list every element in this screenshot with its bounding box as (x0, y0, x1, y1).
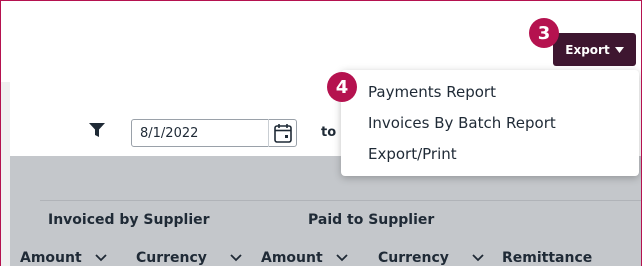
export-button-label: Export (565, 42, 610, 57)
caret-down-icon (614, 46, 624, 53)
start-date-input[interactable] (131, 119, 297, 147)
column-remittance[interactable]: Remittance (502, 250, 592, 266)
column-paid-currency[interactable]: Currency (378, 250, 485, 266)
group-invoiced-by-supplier: Invoiced by Supplier (48, 212, 210, 228)
date-range-to-label: to (321, 125, 337, 140)
menu-item-invoices-by-batch-report[interactable]: Invoices By Batch Report (368, 114, 556, 132)
menu-item-export-print[interactable]: Export/Print (368, 145, 457, 163)
column-label: Currency (136, 250, 207, 266)
chevron-down-icon[interactable] (335, 253, 349, 263)
column-label: Currency (378, 250, 449, 266)
column-paid-amount[interactable]: Amount (261, 250, 349, 266)
column-label: Amount (261, 250, 323, 266)
calendar-icon[interactable] (274, 123, 292, 143)
filter-icon[interactable] (89, 123, 105, 137)
column-invoiced-currency[interactable]: Currency (136, 250, 243, 266)
date-input-divider (268, 119, 269, 147)
step-callout-4: 4 (327, 72, 357, 102)
column-invoiced-amount[interactable]: Amount (20, 250, 108, 266)
export-button[interactable]: Export (553, 33, 636, 66)
chevron-down-icon[interactable] (471, 253, 485, 263)
step-callout-3: 3 (529, 18, 559, 48)
chevron-down-icon[interactable] (94, 253, 108, 263)
header-divider (40, 200, 642, 201)
column-label: Amount (20, 250, 82, 266)
menu-item-payments-report[interactable]: Payments Report (368, 83, 496, 101)
column-label: Remittance (502, 250, 593, 266)
group-paid-to-supplier: Paid to Supplier (308, 212, 435, 228)
export-dropdown-menu: Payments Report Invoices By Batch Report… (341, 70, 639, 176)
chevron-down-icon[interactable] (229, 253, 243, 263)
